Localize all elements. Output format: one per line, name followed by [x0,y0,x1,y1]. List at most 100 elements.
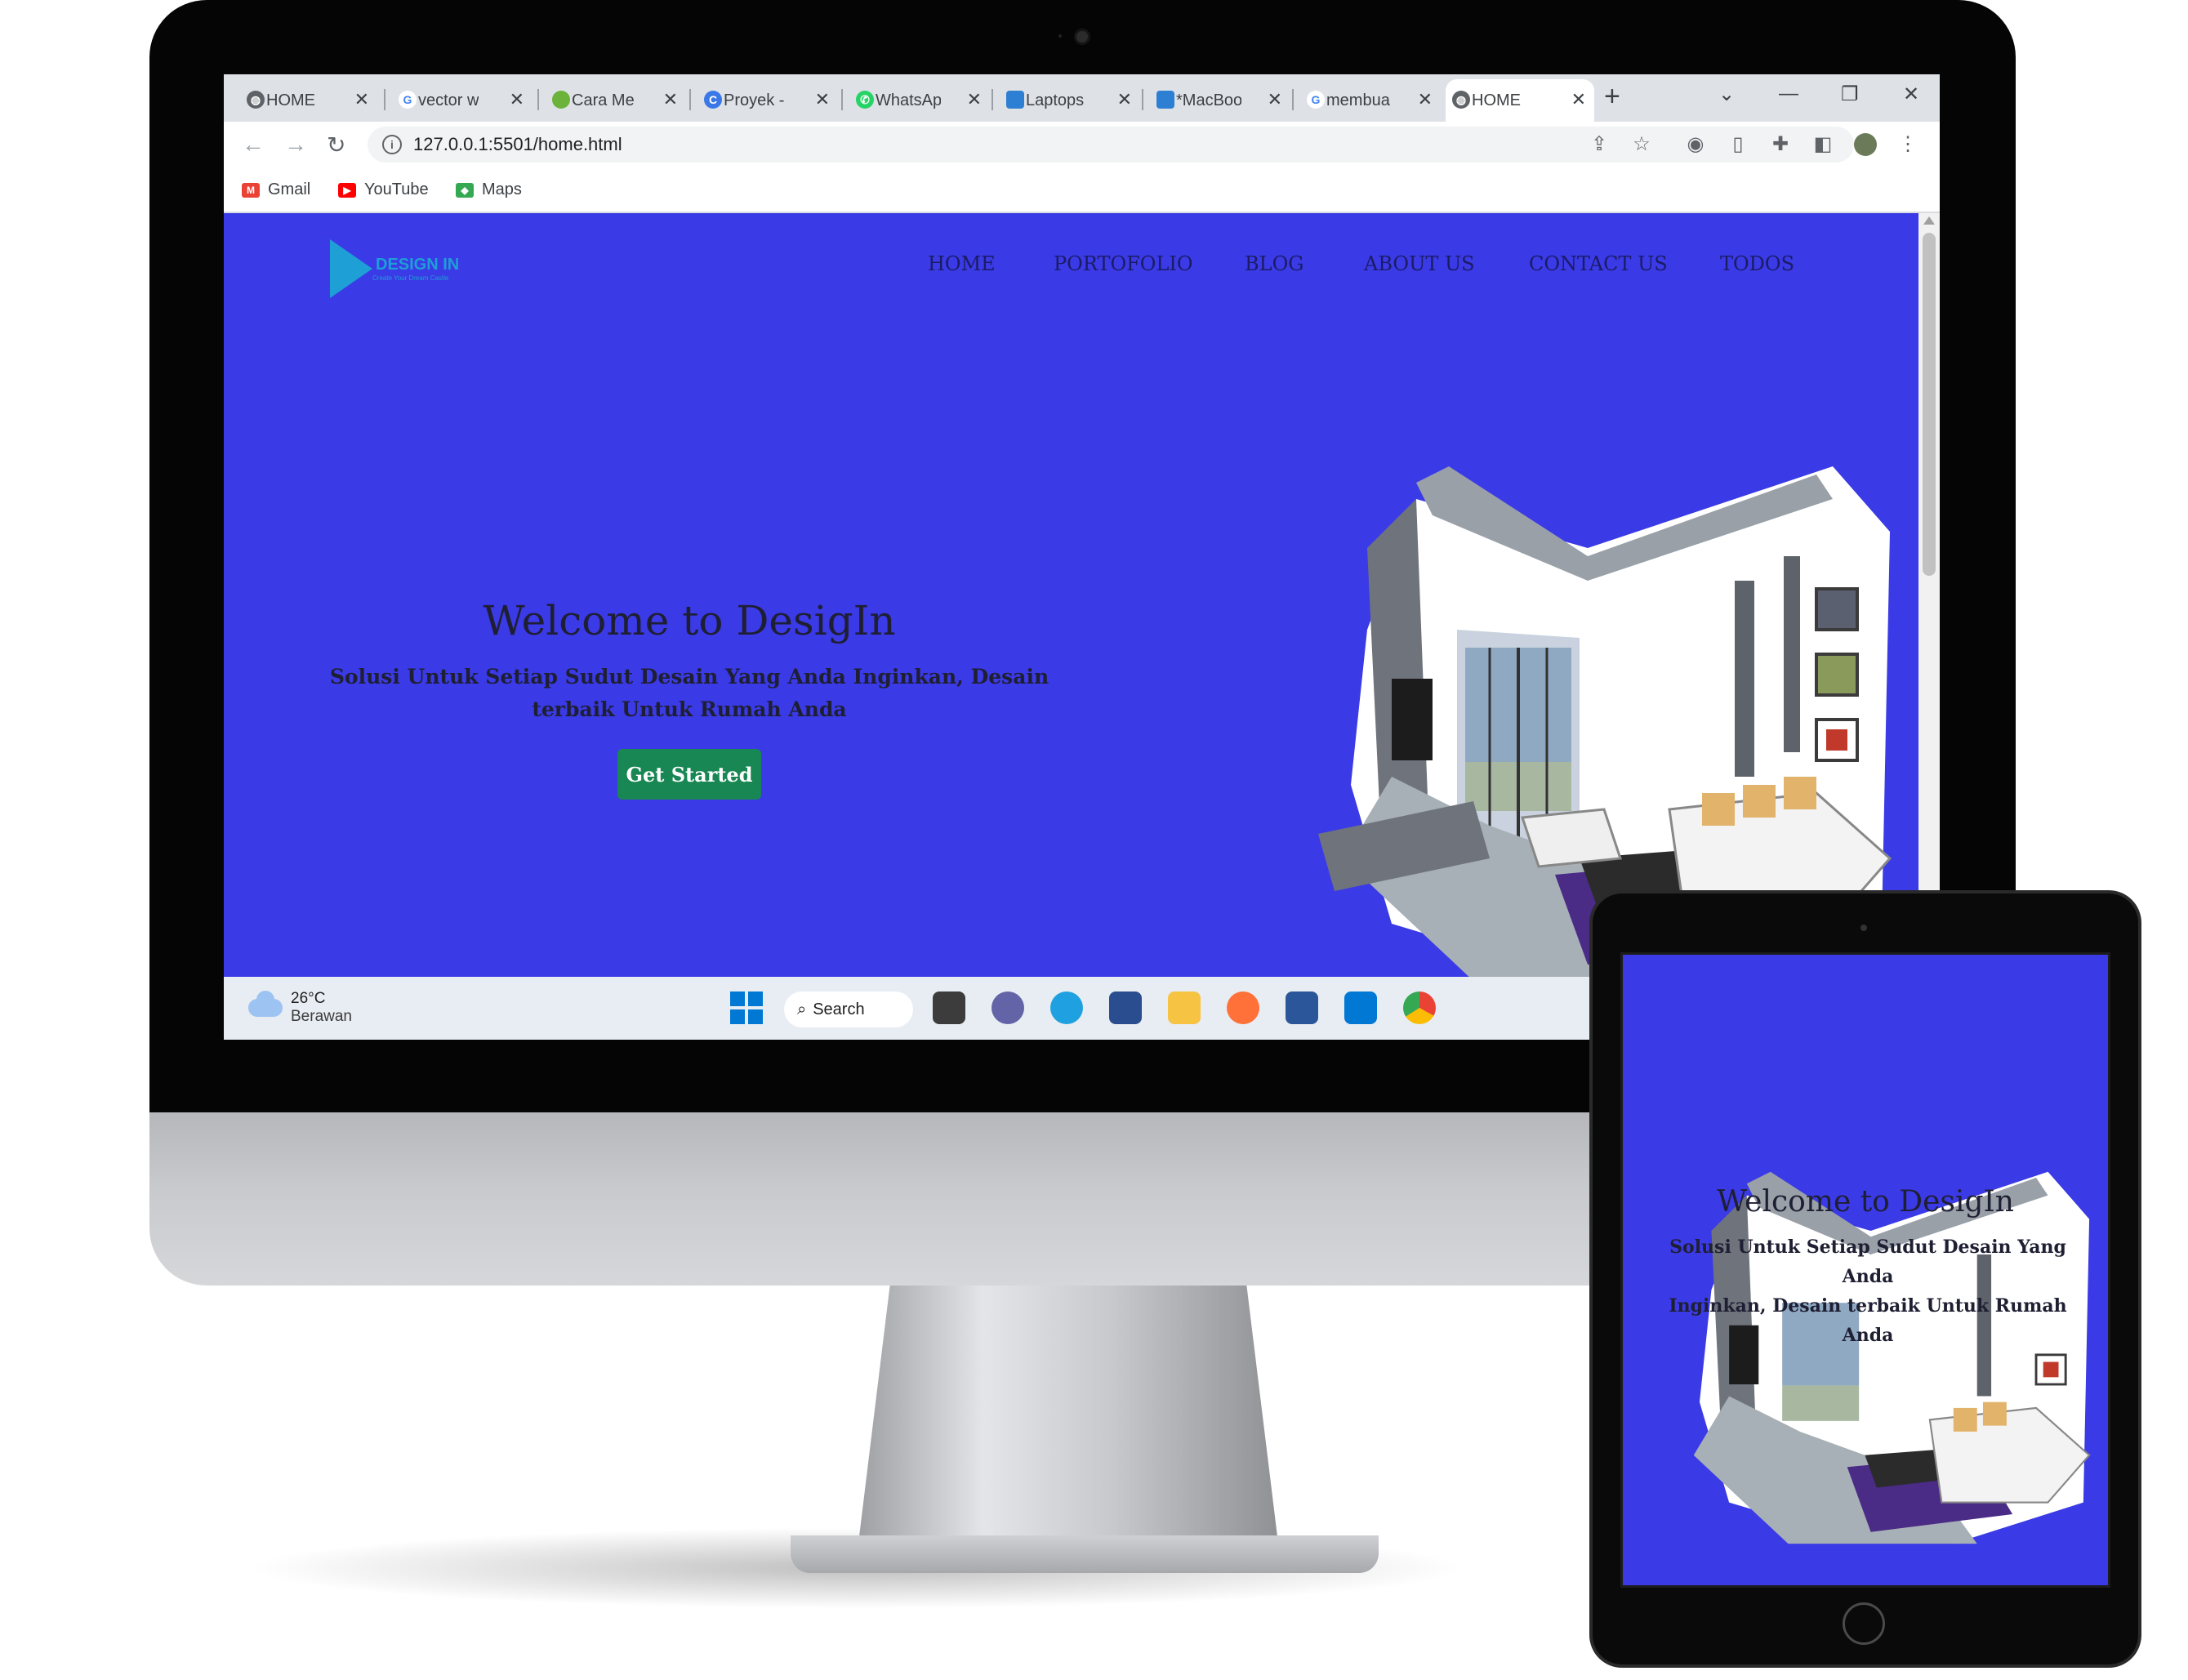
tab-separator [1142,89,1143,110]
tab-cara[interactable]: Cara Me ✕ [546,79,686,122]
nav-blog[interactable]: BLOG [1245,252,1303,275]
stack-icon [1006,91,1024,109]
new-tab-button[interactable]: + [1604,81,1620,113]
url-text[interactable]: 127.0.0.1:5501/home.html [413,134,622,155]
logo-tagline: Create Your Dream Castle [372,274,449,282]
tab-membuat[interactable]: G membua ✕ [1300,79,1441,122]
search-icon: ⌕ [797,1000,807,1018]
task-view-icon[interactable] [933,992,965,1024]
restore-icon[interactable]: ❐ [1841,82,1859,106]
extensions-puzzle-icon[interactable]: ✚ [1769,133,1792,156]
tab-separator [384,89,385,110]
close-icon[interactable]: ✕ [663,89,678,110]
extension-color-icon[interactable]: ◉ [1684,133,1707,156]
menu-kebab-icon[interactable]: ⋮ [1896,133,1919,156]
ipad-screen: Welcome to DesigIn Solusi Untuk Setiap S… [1620,952,2110,1588]
tab-home-active[interactable]: ◍ HOME ✕ [1446,79,1594,122]
tab-label: HOME [1472,91,1521,109]
hero-title: Welcome to DesigIn [483,597,896,644]
google-icon: G [1307,91,1325,109]
nav-about-us[interactable]: ABOUT US [1364,252,1475,275]
taskbar-search[interactable]: ⌕ Search [784,992,913,1027]
tab-whatsapp[interactable]: ✆ WhatsAp ✕ [849,79,990,122]
tab-separator [841,89,843,110]
extension-doc-icon[interactable]: ▯ [1727,133,1749,156]
hero-subtitle: Solusi Untuk Setiap Sudut Desain Yang An… [329,665,1049,721]
close-icon[interactable]: ✕ [354,89,369,110]
logo-play-icon [330,239,372,298]
vscode-icon[interactable] [1344,992,1377,1024]
reload-icon[interactable]: ↻ [327,131,345,158]
nav-portofolio[interactable]: PORTOFOLIO [1054,252,1193,275]
tab-label: Cara Me [572,91,635,109]
bookmark-youtube[interactable]: ▶ YouTube [338,180,429,199]
site-info-icon[interactable]: i [382,135,402,154]
tab-macbook[interactable]: *MacBoo ✕ [1150,79,1290,122]
tab-vector[interactable]: G vector w ✕ [392,79,533,122]
close-icon[interactable]: ✕ [1268,89,1282,110]
tab-label: WhatsAp [876,91,941,109]
nav-contact-us[interactable]: CONTACT US [1529,252,1668,275]
close-icon[interactable]: ✕ [1117,89,1132,110]
ipad-camera [1860,925,1867,931]
page-scrollbar[interactable] [1918,213,1940,977]
tab-proyek[interactable]: C Proyek - ✕ [697,79,838,122]
tab-separator [992,89,993,110]
tab-label: HOME [266,91,315,109]
bookmark-gmail[interactable]: M Gmail [242,180,310,199]
site-logo[interactable]: DESIGN IN Create Your Dream Castle [330,239,459,298]
minimize-icon[interactable]: — [1779,82,1798,105]
scroll-up-icon[interactable] [1923,216,1935,225]
scroll-thumb[interactable] [1923,233,1936,576]
bookmark-label: Gmail [268,180,311,198]
tab-label: vector w [418,91,479,109]
nav-todos[interactable]: TODOS [1720,252,1794,275]
page-viewport: DESIGN IN Create Your Dream Castle HOME … [224,213,1918,977]
close-icon[interactable]: ✕ [815,89,830,110]
tab-laptops[interactable]: Laptops ✕ [1000,79,1140,122]
close-icon[interactable]: ✕ [967,89,982,110]
ipad-hero-subtitle: Solusi Untuk Setiap Sudut Desain Yang An… [1655,1232,2080,1350]
profile-avatar[interactable] [1854,133,1877,156]
imac-foot [791,1535,1379,1573]
nav-home[interactable]: HOME [928,252,996,275]
close-icon[interactable]: ✕ [1571,89,1586,110]
tab-home-1[interactable]: ◍ HOME ✕ [240,79,377,122]
firefox-icon[interactable] [1227,992,1259,1024]
weather-temp: 26°C [291,990,326,1007]
globe-icon: ◍ [1452,91,1470,109]
close-icon[interactable]: ✕ [1418,89,1433,110]
bookmark-star-icon[interactable]: ☆ [1630,133,1653,156]
close-icon[interactable]: ✕ [510,89,524,110]
ipad-home-button[interactable] [1843,1602,1885,1645]
leaf-icon [552,91,570,109]
windows-start-icon[interactable] [730,992,763,1024]
weather-widget[interactable]: 26°C Berawan [248,990,352,1026]
tab-label: Proyek - [724,91,785,109]
tab-search-icon[interactable]: ⌄ [1718,82,1735,106]
globe-icon: ◍ [247,91,265,109]
google-icon: G [399,91,417,109]
window-close-icon[interactable]: ✕ [1903,82,1919,106]
chrome-icon[interactable] [1403,992,1436,1024]
ipad-device: Welcome to DesigIn Solusi Untuk Setiap S… [1593,893,2138,1664]
search-label: Search [813,1000,865,1018]
store-icon[interactable] [1109,992,1142,1024]
back-icon[interactable]: ← [242,131,265,158]
share-icon[interactable]: ⇪ [1588,133,1611,156]
tab-label: *MacBoo [1176,91,1241,109]
teams-chat-icon[interactable] [992,992,1024,1024]
whatsapp-icon: ✆ [856,91,874,109]
get-started-button[interactable]: Get Started [617,749,761,800]
imac-sensor [1058,34,1062,38]
edge-icon[interactable] [1050,992,1083,1024]
bookmark-maps[interactable]: ◆ Maps [456,180,522,199]
word-icon[interactable] [1286,992,1318,1024]
tab-label: membua [1326,91,1390,109]
cloud-icon [248,991,283,1017]
side-panel-icon[interactable]: ◧ [1811,133,1834,156]
file-explorer-icon[interactable] [1168,992,1201,1024]
forward-icon[interactable]: → [284,131,307,158]
imac-stand [856,1286,1281,1563]
weather-desc: Berawan [291,1008,352,1025]
